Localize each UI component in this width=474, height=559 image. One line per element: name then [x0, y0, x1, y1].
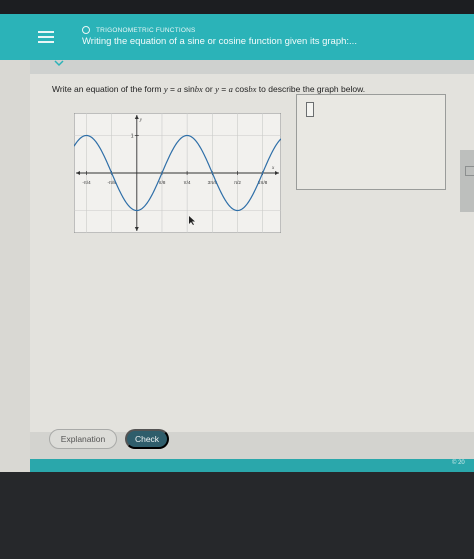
page-title: Writing the equation of a sine or cosine… — [82, 36, 357, 47]
sine-graph: xy1-π/4 -π/8 π/8 π/4 3π/8 π/2 5π/8 — [74, 113, 281, 233]
x-tick-label: π/2 — [234, 180, 241, 185]
bottom-strip — [30, 459, 474, 472]
x-tick-label: π/8 — [159, 180, 166, 185]
topic-label: TRIGONOMETRIC FUNCTIONS — [96, 26, 196, 34]
check-button[interactable]: Check — [125, 429, 169, 449]
question-panel: Write an equation of the form y = a sinb… — [30, 74, 474, 432]
side-panel-tab[interactable] — [460, 150, 474, 212]
side-panel-icon[interactable] — [465, 166, 474, 176]
x-tick-label: -π/4 — [82, 180, 91, 185]
screen: TRIGONOMETRIC FUNCTIONS Writing the equa… — [0, 14, 474, 472]
collapse-bar[interactable] — [30, 60, 474, 74]
chevron-down-icon[interactable] — [53, 57, 65, 69]
question-prompt: Write an equation of the form y = a sinb… — [52, 84, 366, 94]
answer-box[interactable] — [296, 94, 446, 190]
y-tick-label: 1 — [131, 134, 134, 140]
topic-row: TRIGONOMETRIC FUNCTIONS — [82, 24, 196, 36]
app-header: TRIGONOMETRIC FUNCTIONS Writing the equa… — [0, 14, 474, 60]
hamburger-menu-icon[interactable] — [38, 28, 54, 44]
monitor-bezel — [0, 0, 474, 14]
x-tick-label: π/4 — [184, 180, 191, 185]
desk-background — [0, 472, 474, 559]
topic-circle-icon — [82, 26, 90, 34]
explanation-button[interactable]: Explanation — [49, 429, 117, 449]
answer-input[interactable] — [306, 102, 314, 117]
copyright-text: © 20 — [452, 460, 465, 466]
